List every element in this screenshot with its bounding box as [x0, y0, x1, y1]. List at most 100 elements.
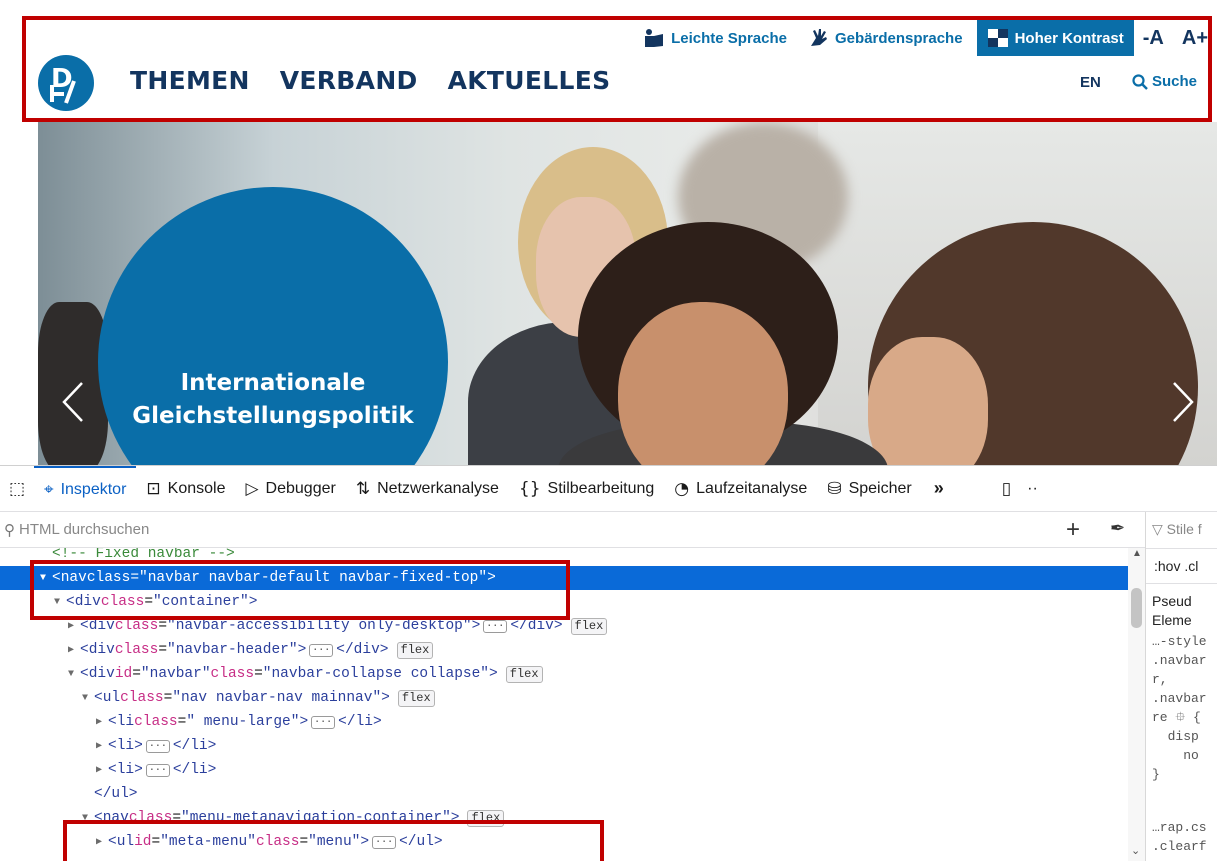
collapsed-triangle-icon[interactable]: ▶	[68, 620, 80, 632]
tag-name: <ul	[108, 834, 135, 850]
collapsed-content-ellipsis-icon[interactable]: ···	[311, 715, 336, 729]
expanded-triangle-icon[interactable]: ▼	[82, 693, 94, 704]
scrollbar-thumb[interactable]	[1131, 588, 1142, 628]
pseudo-elements-section[interactable]: Pseud Eleme	[1152, 592, 1192, 630]
nav-item-themen[interactable]: THEMEN	[130, 66, 250, 95]
markup-tree-row[interactable]: ▼ <nav class = "menu-metanavigation-contain…	[0, 806, 1128, 830]
attribute-value[interactable]: "navbar"	[141, 666, 211, 682]
more-tabs-button[interactable]: »	[922, 466, 956, 512]
tab-style-editor[interactable]: {} Stilbearbeitung	[509, 466, 664, 512]
markup-tree-row[interactable]: ▶ <div class = "navbar-accessibility only-d…	[0, 614, 1128, 638]
markup-tree-row[interactable]: ▶ <li > ··· </li>	[0, 758, 1128, 782]
font-smaller-button[interactable]: -A	[1134, 27, 1173, 50]
styles-filter-input[interactable]: ▽ Stile f	[1152, 521, 1202, 538]
hov-toggle[interactable]: :hov .cl	[1154, 558, 1198, 574]
tab-network[interactable]: ⇅ Netzwerkanalyse	[346, 466, 509, 512]
add-node-icon[interactable]: +	[1066, 516, 1080, 544]
collapsed-content-ellipsis-icon[interactable]: ···	[145, 763, 170, 777]
pseudo-class-toggles[interactable]: :hov .cl	[1146, 548, 1217, 584]
attribute-name[interactable]: class	[115, 642, 159, 658]
easy-language-link[interactable]: Leichte Sprache	[633, 20, 797, 56]
font-larger-button[interactable]: A+	[1173, 27, 1217, 50]
expanded-triangle-icon[interactable]: ▼	[40, 573, 52, 584]
attribute-name[interactable]: id	[134, 834, 151, 850]
attribute-value[interactable]: "meta-menu"	[160, 834, 256, 850]
flex-badge[interactable]: flex	[570, 617, 608, 635]
collapsed-content-ellipsis-icon[interactable]: ···	[309, 643, 334, 657]
markup-tree-row[interactable]: ▶ <li > ··· </li>	[0, 734, 1128, 758]
attribute-name[interactable]: class	[101, 594, 145, 610]
html-search-input[interactable]: HTML durchsuchen	[19, 521, 149, 538]
attribute-value[interactable]: " menu-large"	[186, 714, 299, 730]
slider-next-arrow-icon[interactable]	[1162, 377, 1202, 427]
markup-tree-row[interactable]: ▼ <div class = "container" >	[0, 590, 1128, 614]
markup-tree-row[interactable]: ▼ <div id = "navbar" class = "navbar-collapse…	[0, 662, 1128, 686]
nav-item-aktuelles[interactable]: AKTUELLES	[448, 66, 611, 95]
language-switch[interactable]: EN	[1080, 74, 1101, 91]
attribute-value[interactable]: "container"	[153, 594, 249, 610]
attribute-value[interactable]: "menu"	[308, 834, 360, 850]
responsive-design-button[interactable]: ▯	[996, 466, 1017, 512]
markup-tree-row[interactable]: <!-- Fixed navbar -->	[0, 548, 1128, 566]
expanded-triangle-icon[interactable]: ▼	[54, 597, 66, 608]
html-search-bar[interactable]: ⚲ HTML durchsuchen + ✒	[0, 512, 1145, 548]
attribute-value[interactable]: "navbar-collapse collapse"	[263, 666, 489, 682]
markup-tree-row[interactable]: </ul>	[0, 782, 1128, 806]
high-contrast-toggle[interactable]: Hoher Kontrast	[976, 20, 1134, 56]
attribute-name[interactable]: id	[115, 666, 132, 682]
attribute-value[interactable]: "navbar navbar-default navbar-fixed-top"	[139, 570, 487, 586]
markup-tree-row[interactable]: ▼ <nav class = "navbar navbar-default navba…	[0, 566, 1128, 590]
attribute-value[interactable]: "nav navbar-nav mainnav"	[172, 690, 381, 706]
expanded-triangle-icon[interactable]: ▼	[68, 669, 80, 680]
attribute-name[interactable]: class	[256, 834, 300, 850]
markup-tree-row[interactable]: ▶ <ul id = "meta-menu" class = "menu" > ··· </ul…	[0, 830, 1128, 854]
devtools-menu-button[interactable]: ··	[1017, 466, 1048, 512]
flex-badge[interactable]: flex	[505, 665, 543, 683]
collapsed-triangle-icon[interactable]: ▶	[96, 740, 108, 752]
slider-prev-arrow-icon[interactable]	[54, 377, 94, 427]
css-rule[interactable]: …rap.cs .clearf	[1152, 818, 1207, 856]
flex-badge[interactable]: flex	[467, 809, 505, 827]
markup-scrollbar[interactable]: ▲ ⌄	[1128, 548, 1145, 861]
collapsed-content-ellipsis-icon[interactable]: ···	[372, 835, 397, 849]
tab-inspector[interactable]: ⌖ Inspektor	[34, 465, 137, 512]
css-rule[interactable]: …-style .navbar r, .navbar re ⯐ { disp n…	[1152, 632, 1207, 784]
expanded-triangle-icon[interactable]: ▼	[82, 813, 94, 824]
markup-tree-row[interactable]: ▶ <li class = " menu-large" > ··· </li>	[0, 710, 1128, 734]
tab-console[interactable]: ⊡ Konsole	[136, 466, 235, 512]
collapsed-content-ellipsis-icon[interactable]: ···	[145, 739, 170, 753]
attribute-name[interactable]: class	[129, 810, 173, 826]
eyedropper-icon[interactable]: ✒	[1110, 518, 1125, 539]
tab-storage[interactable]: ⛁ Speicher	[817, 466, 921, 512]
scroll-down-icon[interactable]: ⌄	[1131, 844, 1140, 857]
markup-tree-row[interactable]: ▶ <div class = "navbar-header" > ··· </div> fle…	[0, 638, 1128, 662]
site-logo[interactable]: D	[38, 55, 94, 111]
attribute-value[interactable]: "navbar-accessibility only-desktop"	[167, 618, 472, 634]
scroll-up-icon[interactable]: ▲	[1132, 548, 1142, 559]
collapsed-triangle-icon[interactable]: ▶	[96, 716, 108, 728]
attribute-name[interactable]: class	[134, 714, 178, 730]
nav-item-verband[interactable]: VERBAND	[280, 66, 418, 95]
collapsed-triangle-icon[interactable]: ▶	[96, 764, 108, 776]
attribute-name[interactable]: class	[115, 618, 159, 634]
element-picker-button[interactable]: ⬚	[0, 466, 34, 512]
collapsed-triangle-icon[interactable]: ▶	[96, 836, 108, 848]
tab-debugger[interactable]: ▷ Debugger	[235, 466, 345, 512]
attribute-value[interactable]: "navbar-header"	[167, 642, 298, 658]
tab-performance[interactable]: ◔ Laufzeitanalyse	[664, 466, 817, 512]
attribute-value[interactable]: "menu-metanavigation-container"	[181, 810, 451, 826]
flex-badge[interactable]: flex	[397, 689, 435, 707]
attribute-name[interactable]: class	[87, 570, 131, 586]
site-header: D THEMEN VERBAND AKTUELLES Leichte Sprac…	[0, 0, 1217, 122]
double-chevron-icon: »	[933, 478, 944, 498]
attribute-name[interactable]: class	[120, 690, 164, 706]
hero-title[interactable]: Internationale Gleichstellungspolitik	[98, 367, 448, 433]
flex-badge[interactable]: flex	[396, 641, 434, 659]
collapsed-content-ellipsis-icon[interactable]: ···	[483, 619, 508, 633]
sign-language-link[interactable]: Gebärdensprache	[797, 20, 973, 56]
attribute-name[interactable]: class	[211, 666, 255, 682]
collapsed-triangle-icon[interactable]: ▶	[68, 644, 80, 656]
markup-tree-row[interactable]: ▼ <ul class = "nav navbar-nav mainnav" > flex	[0, 686, 1128, 710]
search-button[interactable]: Suche	[1132, 73, 1197, 90]
markup-tree[interactable]: <!-- Fixed navbar --> ▼ <nav class = "navbar…	[0, 548, 1128, 861]
